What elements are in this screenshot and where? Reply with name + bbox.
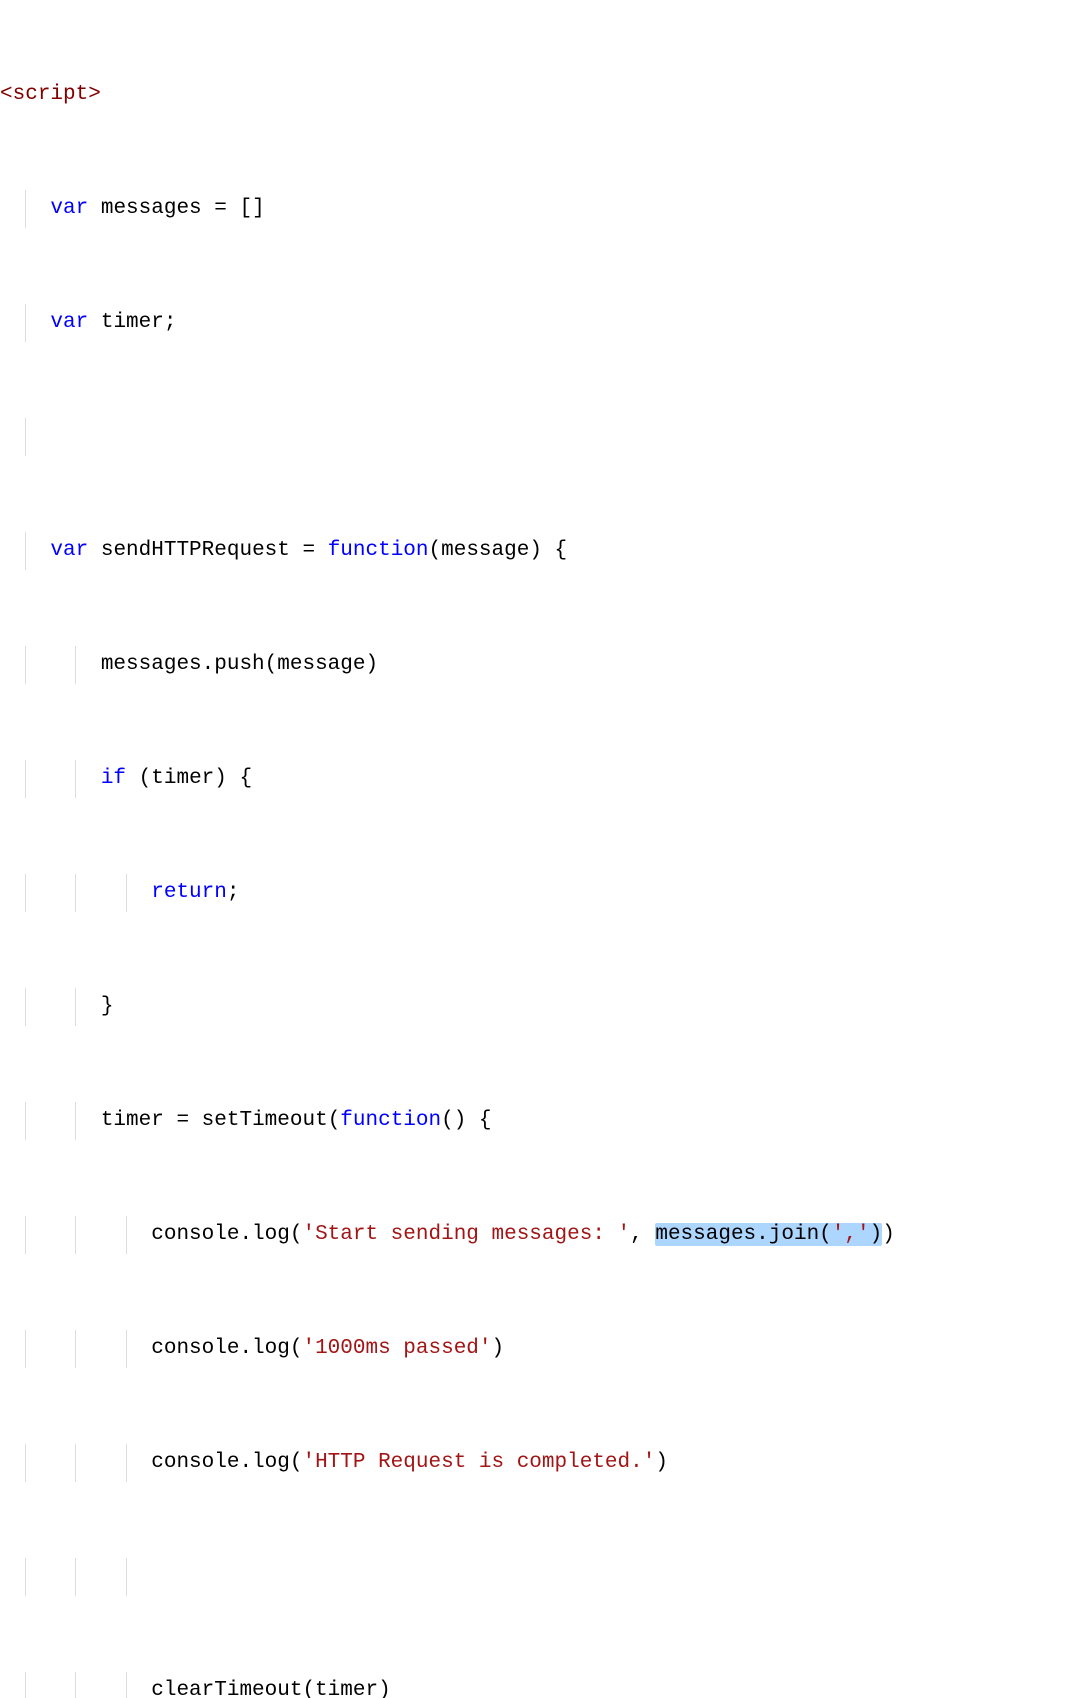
- tag-open: <: [0, 83, 13, 106]
- code-line: [0, 418, 1080, 456]
- code-line: console.log('Start sending messages: ', …: [0, 1216, 1080, 1254]
- code-line: var messages = []: [0, 190, 1080, 228]
- code-line: return;: [0, 874, 1080, 912]
- tag-close: >: [88, 83, 101, 106]
- code-line: console.log('1000ms passed'): [0, 1330, 1080, 1368]
- code-line: messages.push(message): [0, 646, 1080, 684]
- code-line: <script>: [0, 76, 1080, 114]
- code-line: if (timer) {: [0, 760, 1080, 798]
- code-line: var timer;: [0, 304, 1080, 342]
- code-line: [0, 1558, 1080, 1596]
- code-line: timer = setTimeout(function() {: [0, 1102, 1080, 1140]
- code-line: }: [0, 988, 1080, 1026]
- code-editor[interactable]: <script> var messages = [] var timer; va…: [0, 0, 1080, 1698]
- text-selection: messages.join(','): [655, 1223, 882, 1246]
- code-line: var sendHTTPRequest = function(message) …: [0, 532, 1080, 570]
- code-line: console.log('HTTP Request is completed.'…: [0, 1444, 1080, 1482]
- tag-name: script: [13, 83, 89, 106]
- code-line: clearTimeout(timer): [0, 1672, 1080, 1698]
